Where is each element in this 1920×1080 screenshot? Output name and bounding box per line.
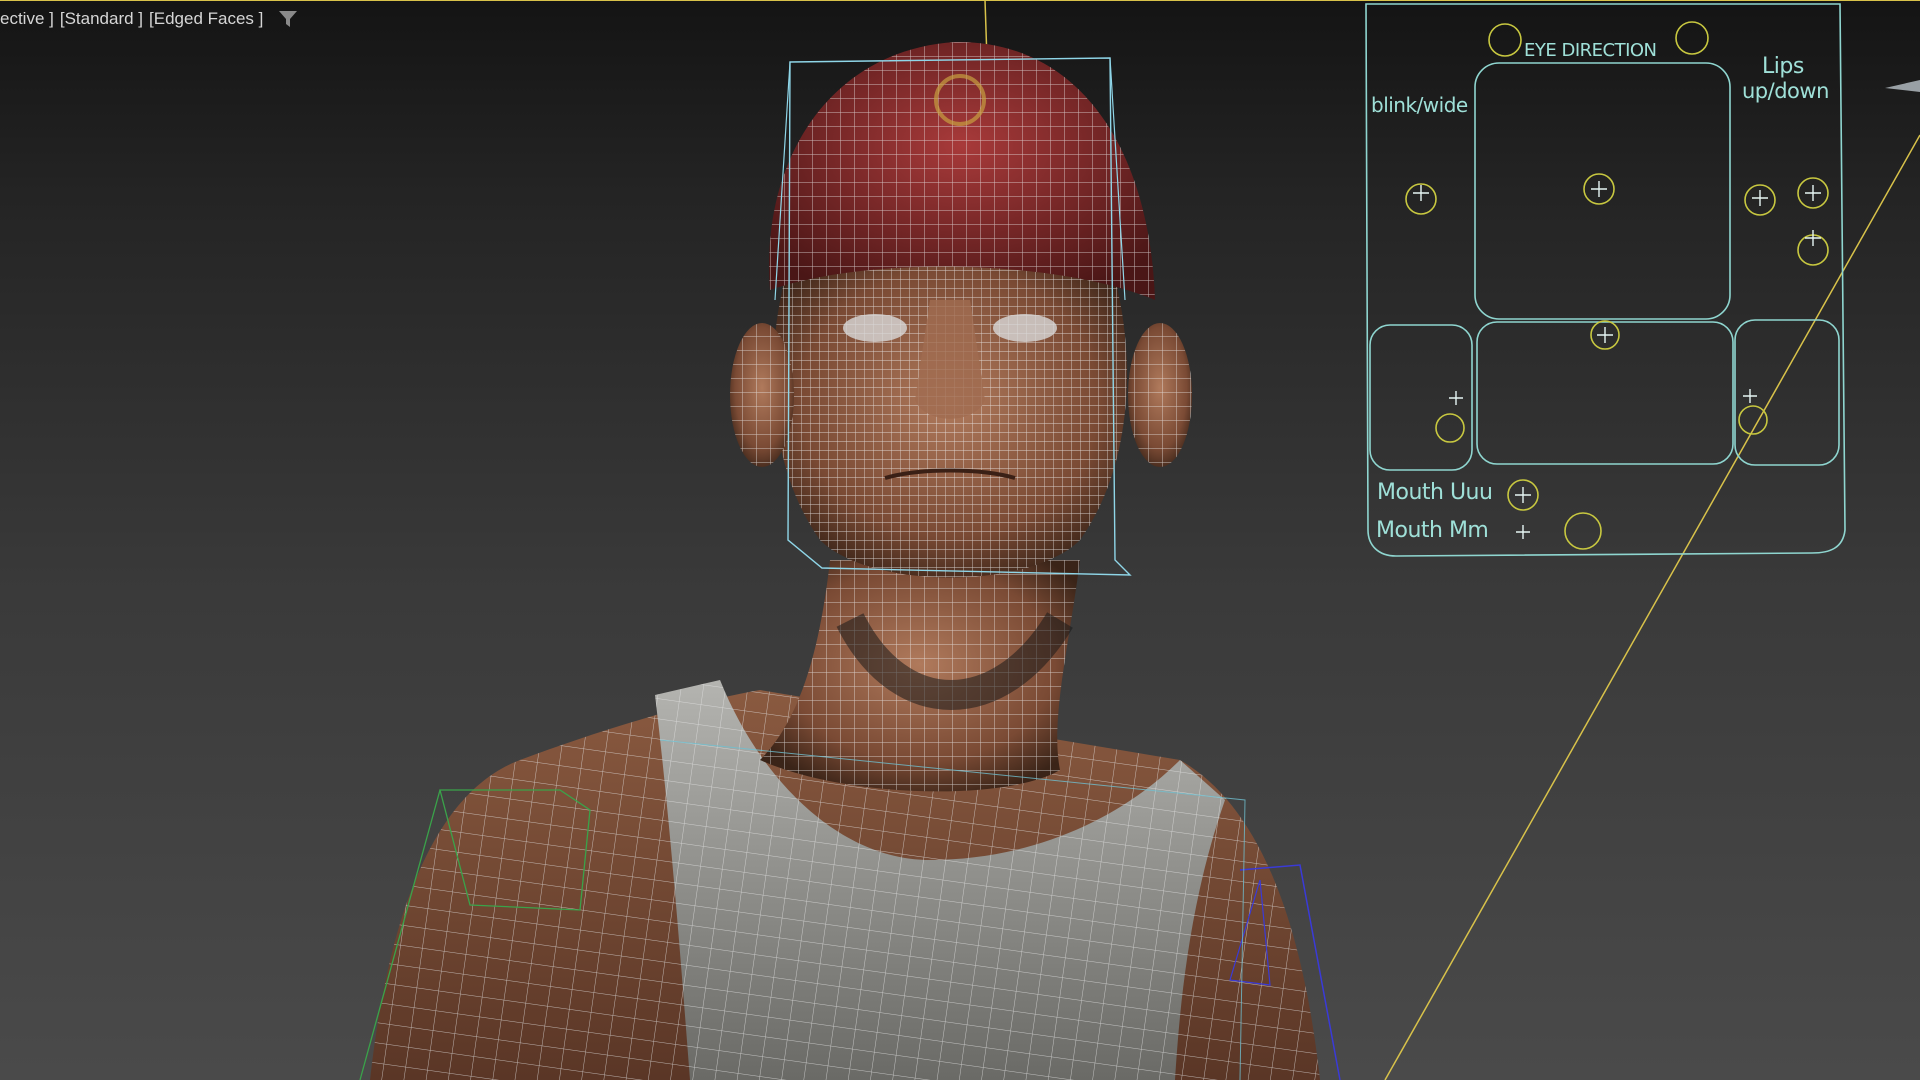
lips-label-line2: up/down [1742,79,1829,103]
eye-right-handle[interactable] [1675,21,1709,55]
scene-canvas[interactable] [0,0,1920,1080]
mouth-uuu-label: Mouth Uuu [1377,480,1493,505]
mouth-mm-handle[interactable] [1564,512,1602,550]
viewport-view-menu[interactable]: ective ] [0,9,54,29]
viewport-label: ective ] [Standard ] [Edged Faces ] [0,8,299,30]
eye-left-handle[interactable] [1488,23,1522,57]
eye-direction-label: EYE DIRECTION [1524,40,1657,61]
jaw-box[interactable] [1476,321,1734,465]
right-eye [993,314,1057,342]
guide-line-diagonal [1384,134,1920,1080]
viewport-display-menu[interactable]: [Edged Faces ] [149,9,263,29]
lips-label-line1: Lips [1762,54,1804,79]
3d-viewport[interactable]: EYE DIRECTION blink/wide Lips up/down Mo… [0,0,1920,1080]
mouth-mm-label: Mouth Mm [1376,518,1489,543]
blink-wide-label: blink/wide [1371,93,1468,117]
mouth-left-handle[interactable] [1435,413,1465,443]
eye-direction-box[interactable] [1474,62,1731,320]
left-eye [843,314,907,342]
viewport-shading-menu[interactable]: [Standard ] [60,9,143,29]
cap-wireframe [769,41,1155,300]
viewcube-fragment[interactable] [1885,80,1920,92]
filter-icon[interactable] [277,8,299,30]
